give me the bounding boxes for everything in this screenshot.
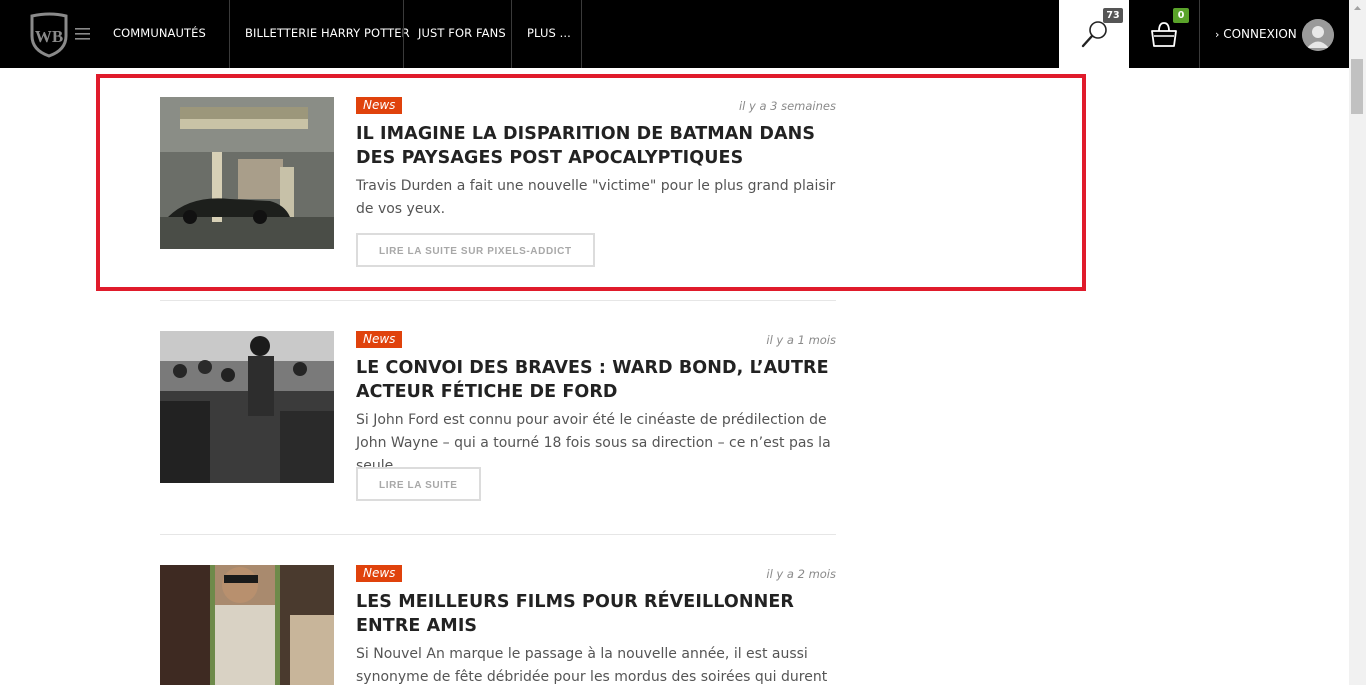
- nav-item-just-for-fans[interactable]: JUST FOR FANS: [418, 0, 506, 68]
- login-link[interactable]: › CONNEXION: [1215, 0, 1297, 68]
- nav-divider: [1199, 0, 1200, 68]
- article-thumbnail[interactable]: [160, 565, 334, 685]
- cart-count-badge: 0: [1173, 8, 1189, 23]
- article-thumbnail[interactable]: [160, 331, 334, 483]
- news-tag[interactable]: News: [356, 565, 403, 582]
- article-title[interactable]: LES MEILLEURS FILMS POUR RÉVEILLONNER EN…: [356, 590, 836, 638]
- search-count-badge: 73: [1103, 8, 1123, 23]
- article-item: News il y a 1 mois LE CONVOI DES BRAVES …: [160, 331, 836, 506]
- article-excerpt: Travis Durden a fait une nouvelle "victi…: [356, 178, 836, 217]
- hamburger-icon[interactable]: [73, 26, 90, 42]
- nav-item-communautes[interactable]: COMMUNAUTÉS: [113, 0, 206, 68]
- nav-item-plus[interactable]: PLUS ...: [527, 0, 571, 68]
- article-date: il y a 3 semaines: [738, 99, 836, 113]
- nav-divider: [581, 0, 582, 68]
- scroll-up-arrow-icon[interactable]: [1349, 0, 1366, 17]
- news-tag[interactable]: News: [356, 331, 403, 348]
- article-title[interactable]: LE CONVOI DES BRAVES : WARD BOND, L’AUTR…: [356, 356, 836, 404]
- scrollbar-thumb[interactable]: [1351, 59, 1363, 114]
- nav-divider: [403, 0, 404, 68]
- article-item: News il y a 2 mois LES MEILLEURS FILMS P…: [160, 565, 836, 685]
- article-date: il y a 2 mois: [766, 567, 836, 581]
- article-excerpt: Si Nouvel An marque le passage à la nouv…: [356, 646, 828, 685]
- article-title[interactable]: IL IMAGINE LA DISPARITION DE BATMAN DANS…: [356, 122, 836, 170]
- article-divider: [160, 534, 836, 535]
- login-label: CONNEXION: [1223, 27, 1297, 41]
- top-navigation-bar: WB COMMUNAUTÉS BILLETTERIE HARRY POTTER …: [0, 0, 1349, 68]
- user-avatar-icon[interactable]: [1302, 19, 1334, 51]
- page-scrollbar[interactable]: [1349, 0, 1366, 685]
- article-date: il y a 1 mois: [766, 333, 836, 347]
- article-thumbnail[interactable]: [160, 97, 334, 249]
- read-more-button[interactable]: LIRE LA SUITE: [356, 467, 481, 501]
- news-tag[interactable]: News: [356, 97, 403, 114]
- article-item: News il y a 3 semaines IL IMAGINE LA DIS…: [160, 97, 836, 272]
- cart-button[interactable]: [1129, 0, 1200, 68]
- search-icon: [1081, 21, 1107, 48]
- nav-divider: [511, 0, 512, 68]
- svg-text:WB: WB: [35, 27, 63, 46]
- chevron-right-icon: ›: [1215, 28, 1220, 41]
- basket-icon: [1151, 22, 1177, 47]
- read-more-button[interactable]: LIRE LA SUITE SUR PIXELS-ADDICT: [356, 233, 595, 267]
- nav-item-billetterie[interactable]: BILLETTERIE HARRY POTTER: [245, 0, 410, 68]
- article-divider: [160, 300, 836, 301]
- nav-divider: [229, 0, 230, 68]
